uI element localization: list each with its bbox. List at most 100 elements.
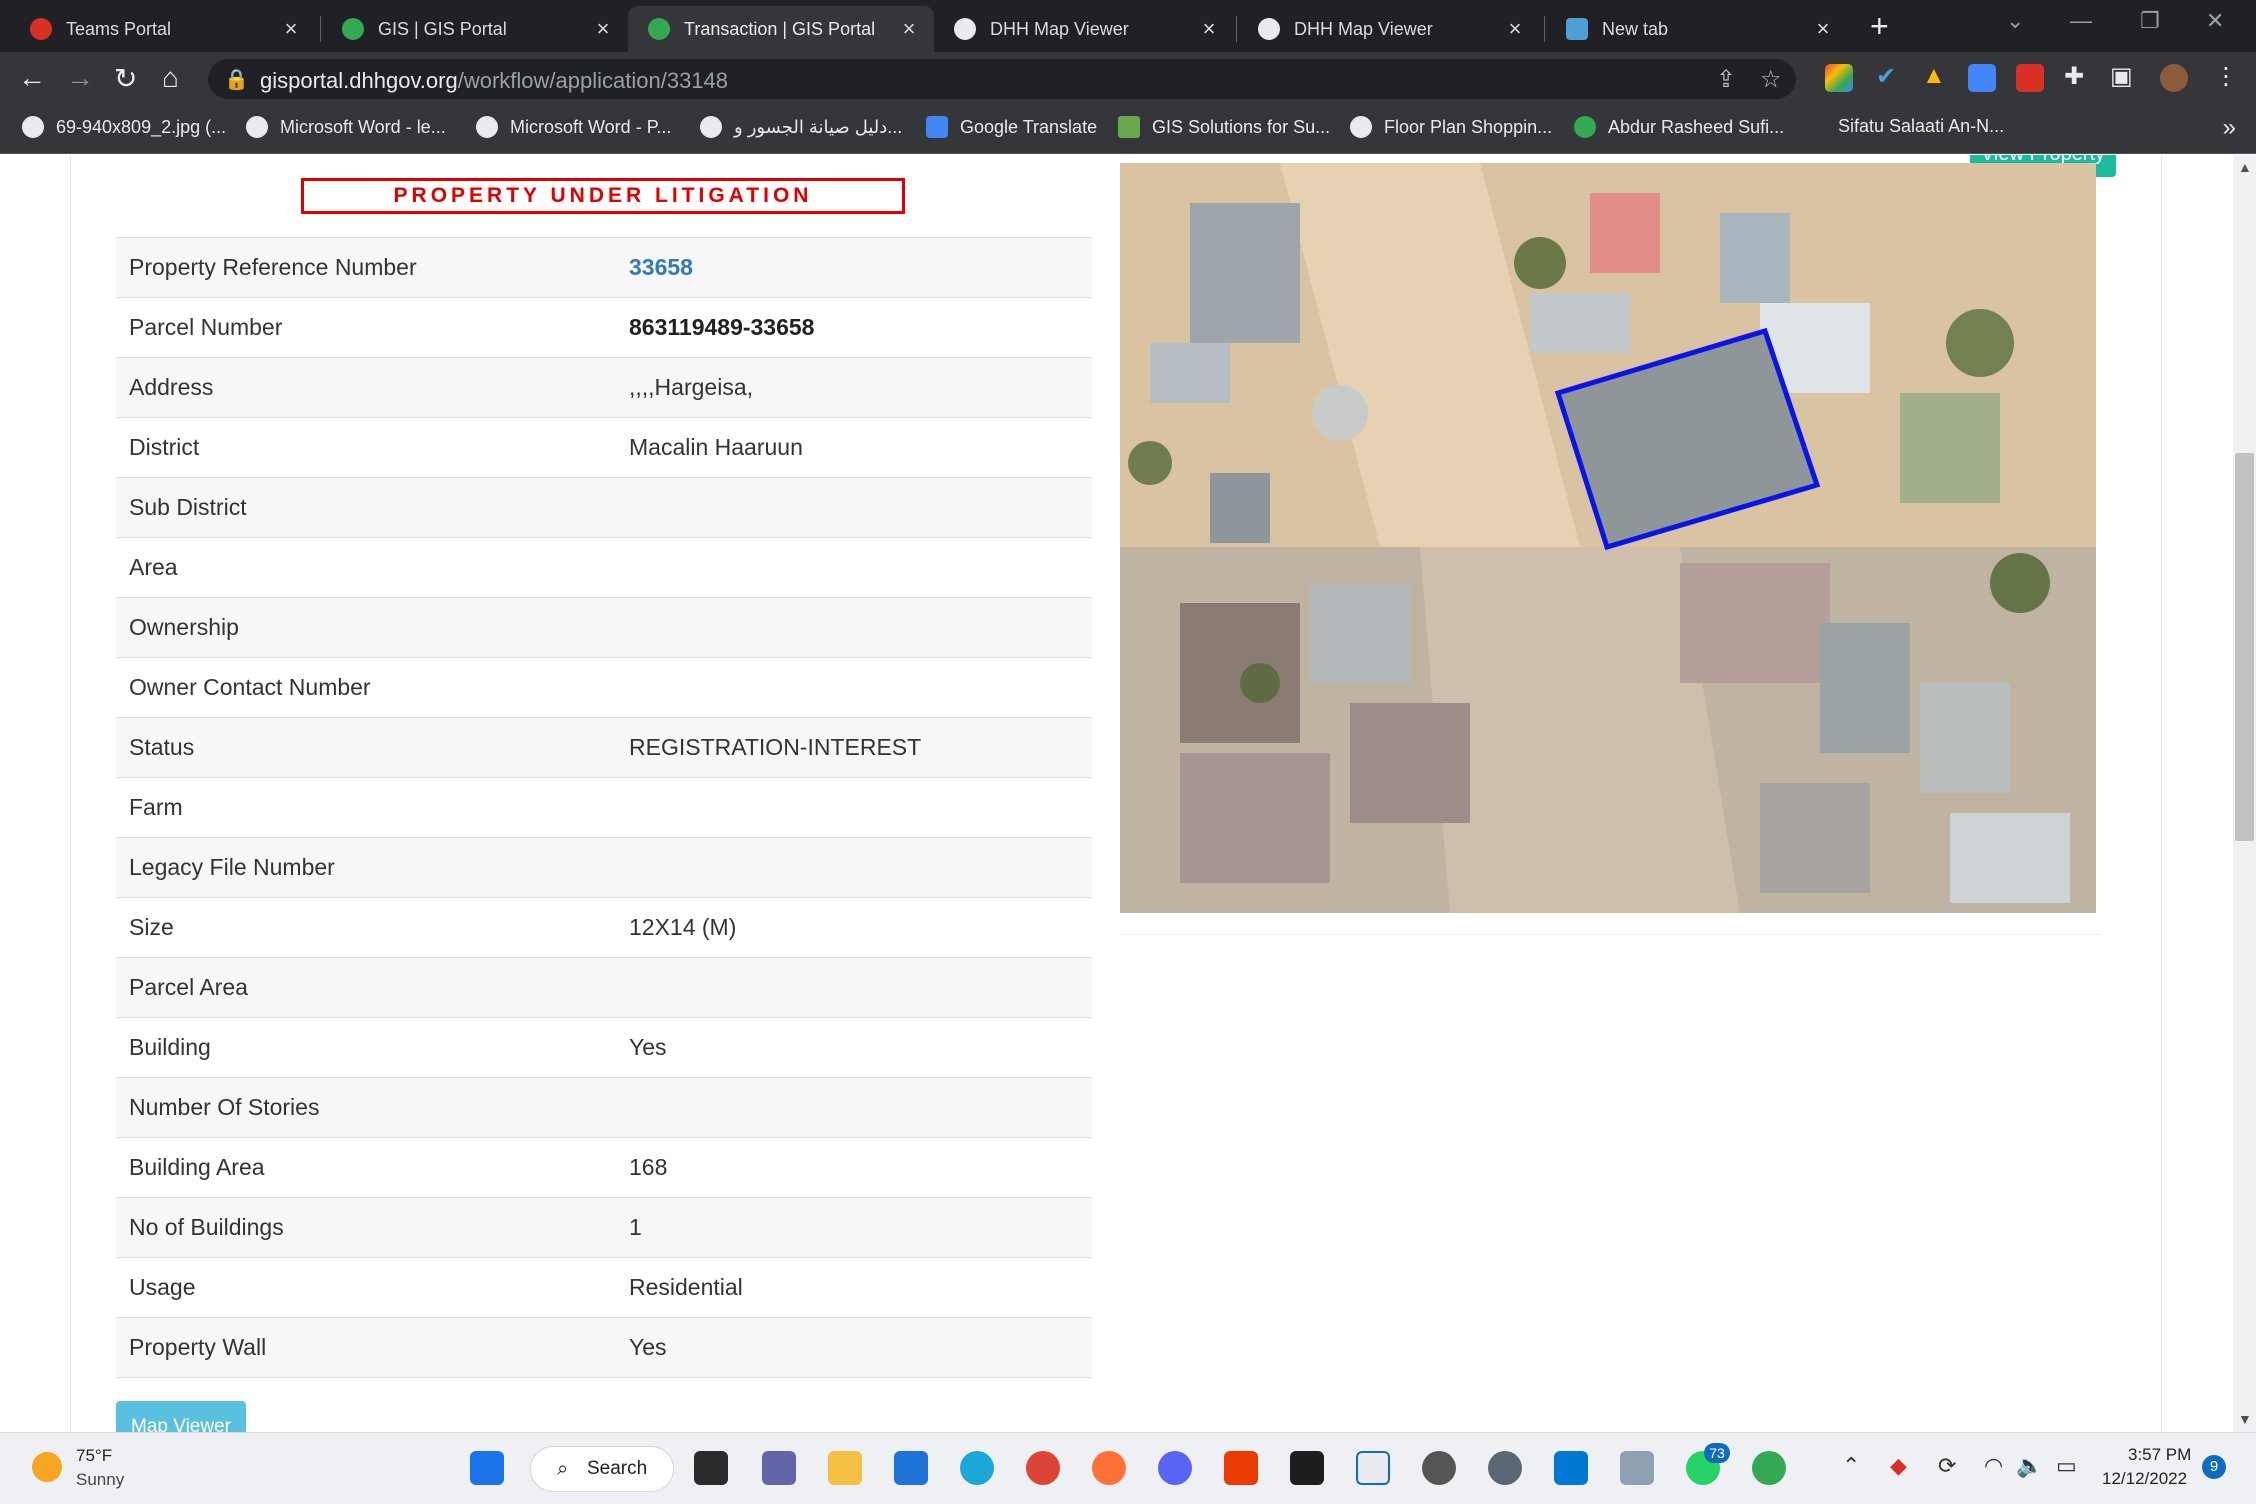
address-bar[interactable]: 🔒 gisportal.dhhgov.org/workflow/applicat… [208,59,1796,99]
profile-avatar[interactable] [2160,64,2188,92]
taskbar-time[interactable]: 3:57 PM [2128,1445,2191,1465]
google-drive-icon[interactable]: ▲ [1922,62,1946,90]
bookmark-item[interactable]: Abdur Rasheed Sufi... [1574,116,1784,138]
clock-app-icon[interactable] [1422,1451,1456,1485]
bookmark-star-icon[interactable]: ☆ [1760,65,1782,94]
reload-icon[interactable]: ↻ [114,62,137,95]
wifi-icon[interactable]: ◠ [1984,1453,2003,1479]
google-translate-ext-icon[interactable] [1968,64,1996,92]
scroll-up-icon[interactable]: ▲ [2238,159,2252,175]
close-window-icon[interactable]: ✕ [2206,8,2224,34]
new-tab-icon [1566,18,1588,40]
minimize-icon[interactable]: — [2070,8,2092,34]
share-icon[interactable]: ⇪ [1716,65,1736,94]
forward-icon[interactable]: → [66,62,94,94]
table-row: District Macalin Haaruun [116,417,1092,478]
bookmark-item[interactable]: Floor Plan Shoppin... [1350,116,1552,138]
edge-icon[interactable] [960,1451,994,1485]
close-tab-icon[interactable]: × [1198,16,1220,42]
volume-icon[interactable]: 🔈 [2016,1453,2043,1479]
notification-count-badge[interactable]: 9 [2202,1455,2226,1479]
new-tab-plus-icon[interactable]: + [1870,8,1889,45]
bookmark-item[interactable]: Microsoft Word - le... [246,116,446,138]
extension-check-icon[interactable]: ✔ [1876,62,1896,91]
address-url[interactable]: gisportal.dhhgov.org/workflow/applicatio… [260,68,728,94]
calculator-icon[interactable] [1620,1451,1654,1485]
search-label: Search [587,1458,648,1479]
row-value: 168 [616,1137,1092,1198]
lock-icon[interactable]: 🔒 [224,67,249,92]
tab-teams-portal[interactable]: Teams Portal × [10,6,316,52]
weather-description[interactable]: Sunny [76,1470,124,1490]
restore-icon[interactable]: ❐ [2140,8,2160,34]
settings-gear-icon[interactable] [1488,1451,1522,1485]
search-icon: ⌕ [557,1458,569,1480]
extension-color-icon[interactable] [1825,64,1853,92]
windows-start-icon[interactable] [470,1451,504,1485]
anydesk-tray-icon[interactable]: ◆ [1890,1453,1907,1479]
bookmarks-overflow-icon[interactable]: » [2223,114,2236,142]
tab-transaction-gis-portal[interactable]: Transaction | GIS Portal × [628,6,934,52]
tab-new-tab[interactable]: New tab × [1546,6,1848,52]
table-row: Parcel Number 863119489-33658 [116,297,1092,358]
weather-temperature[interactable]: 75°F [76,1446,112,1466]
scroll-down-icon[interactable]: ▼ [2238,1411,2252,1427]
file-explorer-icon[interactable] [828,1451,862,1485]
pycharm-icon[interactable] [1290,1451,1324,1485]
taskbar-date[interactable]: 12/12/2022 [2102,1469,2187,1489]
globe-icon [476,116,498,138]
taskbar-search[interactable]: ⌕ Search [530,1446,674,1492]
teams-chat-icon[interactable] [762,1451,796,1485]
row-label: Building Area [116,1137,616,1198]
close-tab-icon[interactable]: × [1812,16,1834,42]
task-view-icon[interactable] [694,1451,728,1485]
discord-icon[interactable] [1158,1451,1192,1485]
side-panel-icon[interactable]: ▣ [2110,62,2133,91]
scrollbar-thumb[interactable] [2235,453,2254,841]
chrome-icon[interactable] [1026,1451,1060,1485]
row-value [616,657,1092,718]
mail-icon[interactable] [894,1451,928,1485]
snipping-tool-icon[interactable] [1356,1451,1390,1485]
bookmark-item[interactable]: Google Translate [926,116,1097,138]
tab-gis-portal[interactable]: GIS | GIS Portal × [322,6,628,52]
close-tab-icon[interactable]: × [898,16,920,42]
bookmark-label: Sifatu Salaati An-N... [1838,116,2005,136]
show-hidden-icons-icon[interactable]: ⌃ [1842,1453,1860,1479]
bookmark-item[interactable]: دليل صيانة الجسور و... [700,116,902,138]
close-tab-icon[interactable]: × [592,16,614,42]
property-map[interactable] [1120,163,2100,935]
pdf-icon[interactable] [2016,64,2044,92]
close-tab-icon[interactable]: × [280,16,302,42]
table-row: Building Area 168 [116,1137,1092,1198]
table-row: Building Yes [116,1017,1092,1078]
bookmark-item[interactable]: Microsoft Word - P... [476,116,671,138]
bookmark-item[interactable]: Sifatu Salaati An-N... [1838,116,2004,137]
vertical-scrollbar[interactable]: ▲ ▼ [2233,155,2256,1432]
table-row: Size 12X14 (M) [116,897,1092,958]
back-icon[interactable]: ← [18,62,46,94]
sync-icon[interactable]: ⟳ [1938,1453,1956,1479]
chrome-menu-icon[interactable]: ⋮ [2214,62,2238,91]
row-label: Property Wall [116,1317,616,1378]
table-row: Property Reference Number 33658 [116,237,1092,298]
home-icon[interactable]: ⌂ [162,62,179,94]
map-viewer-button[interactable]: Map Viewer [116,1401,246,1432]
bookmark-item[interactable]: 69-940x809_2.jpg (... [22,116,226,138]
extensions-puzzle-icon[interactable]: ✚ [2064,62,2084,91]
sun-weather-icon[interactable] [32,1452,62,1482]
tab-dhh-map-viewer-2[interactable]: DHH Map Viewer × [1238,6,1540,52]
firefox-icon[interactable] [1092,1451,1126,1485]
chrome-profile-icon[interactable] [1752,1451,1786,1485]
bookmarks-bar: 69-940x809_2.jpg (... Microsoft Word - l… [0,106,2256,154]
tab-dhh-map-viewer-1[interactable]: DHH Map Viewer × [934,6,1234,52]
gis-solutions-icon [1118,116,1140,138]
office-icon[interactable] [1224,1451,1258,1485]
battery-icon[interactable]: ▭ [2056,1453,2077,1479]
close-tab-icon[interactable]: × [1504,16,1526,42]
bookmark-item[interactable]: GIS Solutions for Su... [1118,116,1330,138]
vscode-icon[interactable] [1554,1451,1588,1485]
row-label: Size [116,897,616,958]
property-reference-link[interactable]: 33658 [616,237,1092,298]
tab-search-chevron-icon[interactable]: ⌄ [2006,8,2024,34]
